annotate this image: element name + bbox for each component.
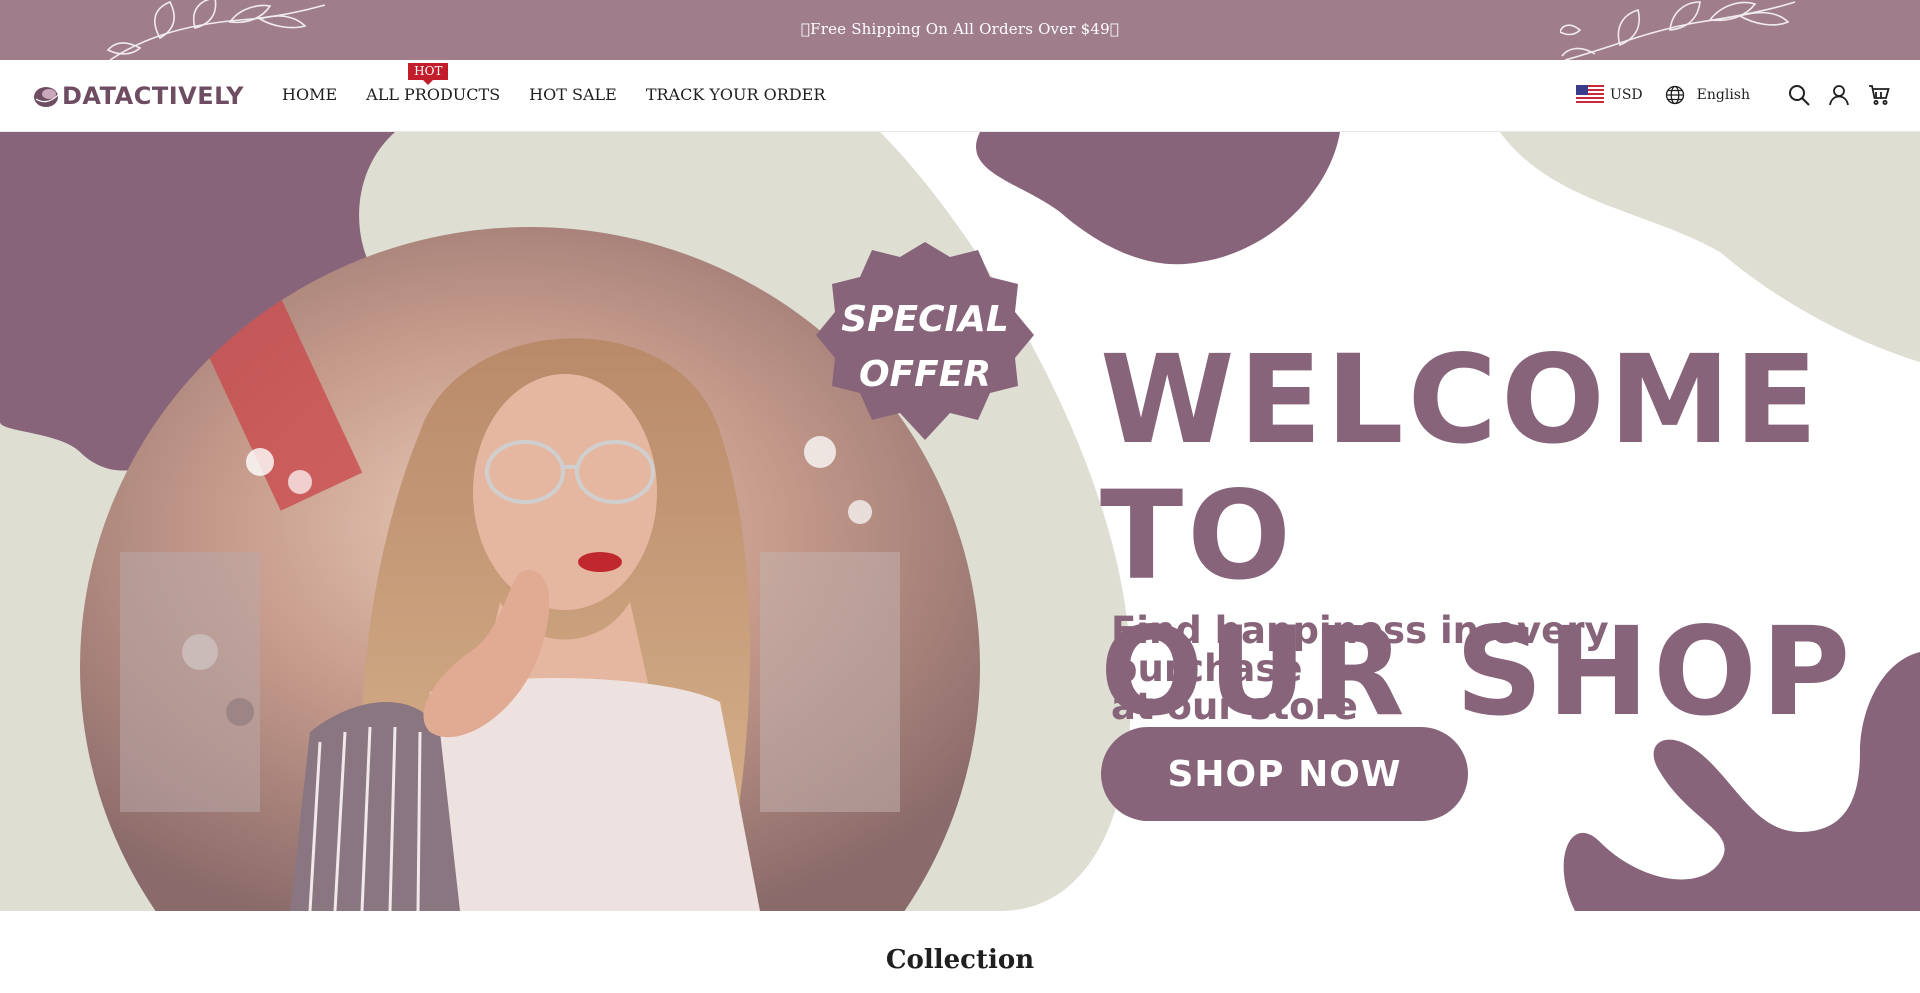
tagline-line1: Find happiness in every purchase [1111,609,1609,690]
language-label: English [1696,87,1750,103]
globe-icon [1665,85,1684,105]
hero-banner[interactable]: SPECIAL OFFER WELCOME TO OUR SHOP Find h… [0,132,1920,911]
special-offer-text: SPECIAL OFFER [835,292,1015,402]
badge-line1: SPECIAL [841,299,1009,340]
nav-all-products-label: ALL PRODUCTS [366,85,501,104]
logo-icon [34,87,59,107]
shop-now-button[interactable]: SHOP NOW [1101,727,1468,821]
nav-track-order[interactable]: TRACK YOUR ORDER [646,85,826,104]
hero-tagline: Find happiness in every purchase at our … [1111,612,1731,726]
header-tools: USD English [1576,84,1890,106]
logo[interactable]: DATACTIVELY [32,82,244,110]
account-icon[interactable] [1828,84,1850,106]
site-header: DATACTIVELY HOME ALL PRODUCTS HOT HOT SA… [0,60,1920,132]
search-icon[interactable] [1788,84,1810,106]
badge-line2: OFFER [858,354,992,395]
nav-home[interactable]: HOME [282,85,337,104]
language-selector[interactable]: English [1665,85,1750,105]
collection-title: Collection [885,945,1035,975]
hot-badge: HOT [408,63,449,85]
headline-line1: WELCOME TO [1100,329,1822,607]
announcement-bar:  Free Shipping On All Orders Over $49  [0,0,1920,60]
leaf-decoration-right [1560,1,1796,60]
currency-selector[interactable]: USD [1576,85,1643,105]
main-nav: HOME ALL PRODUCTS HOT HOT SALE TRACK YOU… [282,63,826,104]
us-flag-icon [1576,85,1605,105]
nav-all-products[interactable]: ALL PRODUCTS HOT [366,63,501,104]
nav-hot-sale[interactable]: HOT SALE [529,85,617,104]
cart-icon[interactable] [1868,84,1890,106]
currency-label: USD [1610,87,1643,103]
tagline-line2: at our store [1111,685,1358,728]
logo-text: DATACTIVELY [62,82,245,110]
